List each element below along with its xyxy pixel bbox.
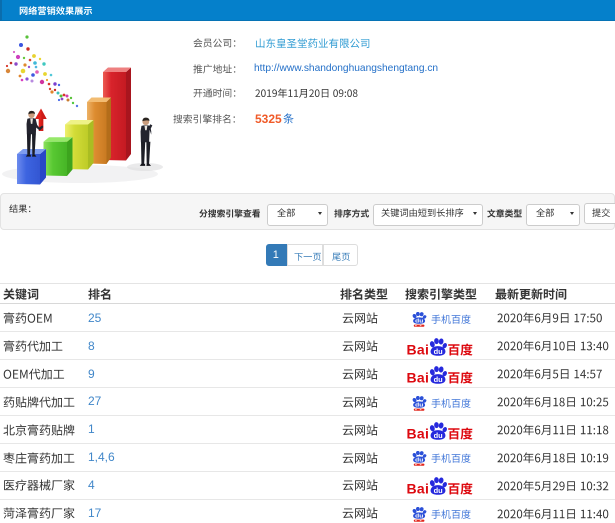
svg-text:du: du	[434, 375, 444, 384]
svg-text:Bai: Bai	[407, 481, 430, 497]
svg-text:du: du	[434, 347, 444, 356]
svg-text:du: du	[415, 513, 423, 519]
svg-text:Bai: Bai	[407, 425, 430, 441]
svg-text:du: du	[415, 318, 423, 324]
svg-text:du: du	[415, 457, 423, 463]
svg-text:du: du	[415, 402, 423, 408]
svg-text:Bai: Bai	[407, 341, 430, 357]
svg-text:du: du	[434, 486, 444, 495]
svg-text:Bai: Bai	[407, 369, 430, 385]
svg-text:du: du	[434, 431, 444, 440]
